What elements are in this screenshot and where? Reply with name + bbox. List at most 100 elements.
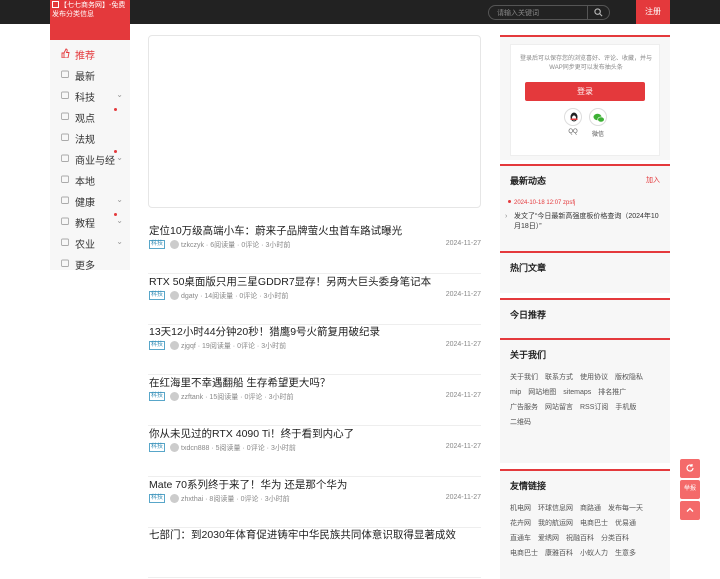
nav-item-tutorial[interactable]: 教程 ⌄: [50, 211, 130, 232]
wechat-label: 微信: [591, 132, 604, 138]
panel-title: 今日推荐: [510, 310, 547, 320]
article-item[interactable]: 你从未见过的RTX 4090 Ti！终于看到内心了 科技 txdcn888 · 5阅…: [148, 426, 481, 477]
health-icon: [61, 196, 69, 204]
report-float-button[interactable]: 举报: [680, 480, 700, 499]
article-title[interactable]: Mate 70系列终于来了！华为 还是那个华为: [149, 477, 347, 492]
nav-item-location[interactable]: 本地: [50, 169, 130, 190]
author-name[interactable]: zzftank: [181, 394, 203, 401]
author-name[interactable]: tzkczyk: [181, 242, 204, 249]
back-to-top-button[interactable]: [680, 501, 700, 520]
wechat-login[interactable]: 微信: [588, 108, 608, 138]
article-title[interactable]: 定位10万级高端小车：蔚来子品牌萤火虫首车路试曝光: [149, 223, 402, 238]
article-info: txdcn888 · 5阅读量 · 0评论 · 3小时前: [181, 444, 296, 452]
article-item[interactable]: 13天12小时44分钟20秒！猎鹰9号火箭复用破纪录 科技 zjgqf · 19阅读…: [148, 324, 481, 376]
about-link[interactable]: 网站留言: [545, 400, 573, 415]
article-item[interactable]: 七部门：到2030年体育促进铸牢中华民族共同体意识取得显著成效: [148, 527, 481, 579]
thumbs-up-icon: [61, 48, 70, 58]
about-link[interactable]: RSS订阅: [580, 400, 608, 415]
category-tag[interactable]: 科技: [149, 341, 166, 351]
nav-item-business[interactable]: 商业与经 ⌄: [50, 148, 130, 169]
join-link[interactable]: 加入: [646, 175, 660, 185]
friends-link[interactable]: 我的航运网: [538, 516, 573, 531]
nav-item-tech[interactable]: 科技 ⌄: [50, 85, 130, 106]
business-icon: [61, 154, 69, 162]
about-link[interactable]: 广告服务: [510, 400, 538, 415]
article-title[interactable]: 13天12小时44分钟20秒！猎鹰9号火箭复用破纪录: [149, 324, 380, 339]
chevron-right-icon: ›: [505, 213, 508, 220]
dynamic-item[interactable]: › 发文了“今日最新高强度板价格查询（2024年10月18日）”: [505, 212, 663, 232]
read-count: 8阅读量: [209, 495, 235, 503]
search-box[interactable]: 请输入关键词: [488, 5, 610, 20]
nav-item-law[interactable]: 法规: [50, 127, 130, 148]
author-name[interactable]: dgaty: [181, 293, 198, 300]
about-link[interactable]: mip: [510, 385, 521, 400]
friends-link[interactable]: 分类百科: [601, 531, 629, 546]
friends-link[interactable]: 小蚁人力: [580, 546, 608, 561]
about-link[interactable]: 手机版: [615, 400, 636, 415]
friends-link[interactable]: 康雅百科: [545, 546, 573, 561]
friends-link[interactable]: 生意多: [615, 546, 636, 561]
friends-link[interactable]: 电商巴士: [510, 546, 538, 561]
about-link[interactable]: 二维码: [510, 415, 531, 430]
time-ago: 3小时前: [261, 343, 287, 351]
about-link[interactable]: 排名推广: [598, 385, 626, 400]
friends-link[interactable]: 祝融百科: [566, 531, 594, 546]
nav-item-agriculture[interactable]: 农业 ⌄: [50, 232, 130, 253]
nav-item-more[interactable]: 更多: [50, 253, 130, 274]
share-float-button[interactable]: [680, 459, 700, 478]
friends-link[interactable]: 花卉网: [510, 516, 531, 531]
panel-title: 友情链接: [510, 481, 547, 491]
friends-link[interactable]: 发布每一天: [608, 501, 643, 516]
author-name[interactable]: zhxthai: [181, 496, 203, 503]
search-input[interactable]: 请输入关键词: [497, 8, 539, 18]
category-tag[interactable]: 科技: [149, 392, 166, 402]
nav-item-new[interactable]: 最新: [50, 64, 130, 85]
register-button[interactable]: 注册: [636, 0, 670, 24]
about-link[interactable]: 联系方式: [545, 370, 573, 385]
article-item[interactable]: 在红海里不幸遇翻船 生存希望更大吗？ 科技 zzftank · 15阅读量 · 0评…: [148, 375, 481, 427]
about-link[interactable]: 使用协议: [580, 370, 608, 385]
category-tag[interactable]: 科技: [149, 493, 166, 503]
article-title[interactable]: 你从未见过的RTX 4090 Ti！终于看到内心了: [149, 426, 354, 441]
nav-item-opinion[interactable]: 观点: [50, 106, 130, 127]
article-title[interactable]: 在红海里不幸遇翻船 生存希望更大吗？: [149, 375, 330, 390]
friends-link[interactable]: 电商巴士: [580, 516, 608, 531]
ad-banner[interactable]: [148, 35, 481, 208]
time-ago: 3小时前: [268, 394, 294, 402]
article-title[interactable]: RTX 50桌面版只用三星GDDR7显存！另两大巨头委身笔记本: [149, 274, 431, 289]
article-item[interactable]: Mate 70系列终于来了！华为 还是那个华为 科技 zhxthai · 8阅读量 …: [148, 477, 481, 528]
login-button[interactable]: 登录: [525, 82, 645, 101]
comment-count: 0评论: [237, 343, 255, 351]
category-tag[interactable]: 科技: [149, 442, 166, 452]
friends-link[interactable]: 爱绣网: [538, 531, 559, 546]
friends-link[interactable]: 直通车: [510, 531, 531, 546]
about-link[interactable]: 网站地图: [528, 385, 556, 400]
author-name[interactable]: zjgqf: [181, 343, 196, 350]
friends-link[interactable]: 优易通: [615, 516, 636, 531]
friend-links-panel: 友情链接 机电网 环球信息网 商路通 发布每一天花卉网 我的航运网 电商巴士 优易通直通车爱…: [500, 469, 670, 579]
about-link[interactable]: sitemaps: [563, 385, 591, 400]
category-tag[interactable]: 科技: [149, 240, 166, 249]
author-name[interactable]: txdcn888: [181, 445, 209, 452]
about-link[interactable]: 关于我们: [510, 370, 538, 385]
site-logo[interactable]: 【七七商务网】-免费发布分类信息: [50, 0, 130, 40]
article-item[interactable]: 定位10万级高端小车：蔚来子品牌萤火虫首车路试曝光 科技 tzkczyk · 6阅读…: [148, 223, 481, 274]
tutorial-icon: [61, 217, 69, 225]
friends-link[interactable]: 机电网: [510, 501, 531, 516]
read-count: 15阅读量: [209, 394, 239, 402]
nav-item-health[interactable]: 健康 ⌄: [50, 190, 130, 211]
article-item[interactable]: RTX 50桌面版只用三星GDDR7显存！另两大巨头委身笔记本 科技 dgaty ·…: [148, 274, 481, 325]
friends-link[interactable]: 环球信息网: [538, 501, 573, 516]
nav-item-label: 农业: [75, 240, 95, 251]
arrow-up-icon: [686, 507, 694, 512]
qq-login[interactable]: QQ: [563, 108, 583, 136]
search-button[interactable]: [587, 6, 609, 19]
friends-link[interactable]: 商路通: [580, 501, 601, 516]
about-link[interactable]: 版权隐私: [615, 370, 643, 385]
nav-item-thumbs-up[interactable]: 推荐: [50, 43, 130, 64]
qq-label: QQ: [568, 129, 578, 135]
category-tag[interactable]: 科技: [149, 290, 166, 300]
new-dot-badge: [114, 213, 117, 216]
chevron-down-icon: ⌄: [116, 153, 123, 162]
time-ago: 3小时前: [264, 495, 290, 503]
